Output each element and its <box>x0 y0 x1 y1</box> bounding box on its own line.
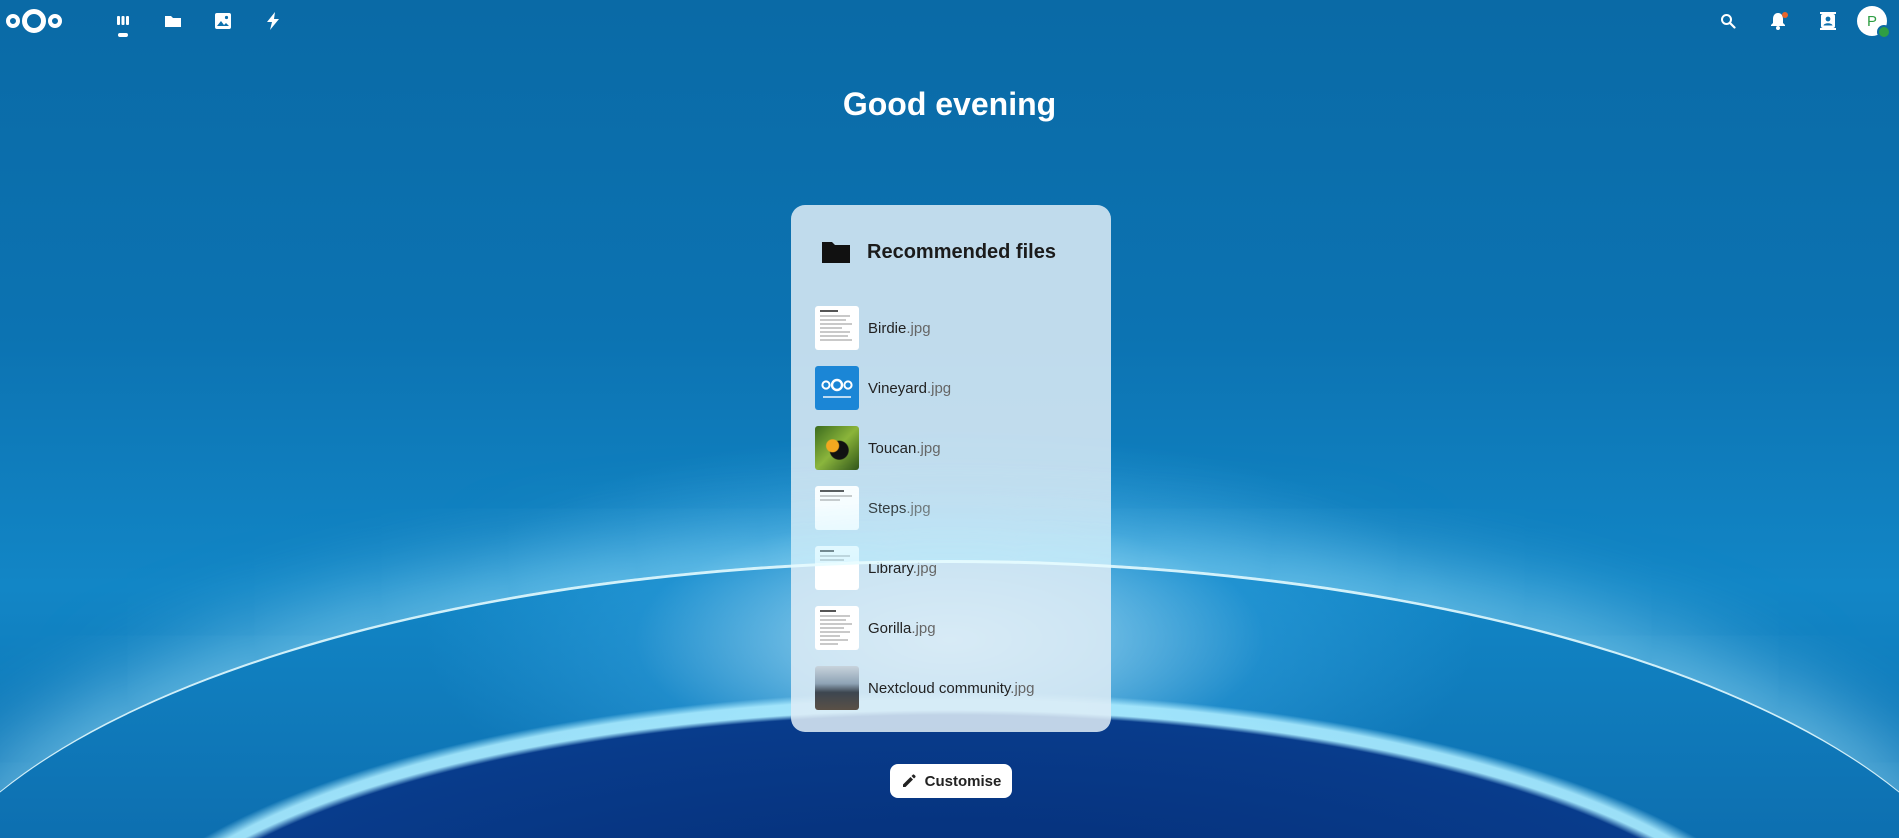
pencil-icon <box>902 774 916 787</box>
file-extension: .jpg <box>906 319 931 337</box>
file-name: Toucan.jpg <box>868 440 941 457</box>
lightning-icon <box>267 12 279 30</box>
widget-header: Recommended files <box>791 232 1111 272</box>
file-extension: .jpg <box>906 499 931 517</box>
file-extension: .jpg <box>926 379 952 397</box>
file-name: Gorilla.jpg <box>868 620 936 637</box>
file-name: Birdie.jpg <box>868 320 931 337</box>
file-basename: Steps <box>868 499 907 517</box>
avatar-initial: P <box>1866 12 1877 30</box>
widget-title: Recommended files <box>867 240 1056 263</box>
nextcloud-logo-icon <box>821 378 853 392</box>
header-right-actions: P <box>1703 0 1899 42</box>
file-item-library[interactable]: Library.jpg <box>815 538 1095 598</box>
search-icon <box>1721 14 1736 29</box>
file-item-toucan[interactable]: Toucan.jpg <box>815 418 1095 478</box>
contacts-button[interactable] <box>1803 0 1853 42</box>
file-name: Library.jpg <box>868 560 937 577</box>
file-extension: .jpg <box>911 619 936 637</box>
image-icon <box>215 13 231 29</box>
logo-ring-right <box>48 14 62 28</box>
file-name: Nextcloud community.jpg <box>868 680 1034 697</box>
document-thumbnail <box>815 486 859 530</box>
file-basename: Birdie <box>868 319 907 337</box>
search-button[interactable] <box>1703 0 1753 42</box>
photo-thumbnail <box>815 666 859 710</box>
nav-files[interactable] <box>148 0 198 42</box>
file-item-steps[interactable]: Steps.jpg <box>815 478 1095 538</box>
greeting-heading: Good evening <box>842 86 1057 122</box>
document-thumbnail <box>815 546 859 590</box>
user-avatar[interactable]: P <box>1857 6 1891 39</box>
nav-photos[interactable] <box>198 0 248 42</box>
photo-thumbnail <box>815 426 859 470</box>
nextcloud-thumbnail <box>815 366 859 410</box>
dashboard-background: P Good evening Recommended files Birdie.… <box>0 0 1899 838</box>
online-status-indicator <box>1877 25 1891 39</box>
file-basename: Nextcloud community <box>868 679 1011 697</box>
file-item-gorilla[interactable]: Gorilla.jpg <box>815 598 1095 658</box>
file-name: Steps.jpg <box>868 500 931 517</box>
document-thumbnail <box>815 306 859 350</box>
file-item-nextcloud-community[interactable]: Nextcloud community.jpg <box>815 658 1095 718</box>
notification-badge <box>1782 12 1788 18</box>
contacts-icon <box>1820 12 1836 30</box>
file-extension: .jpg <box>912 559 937 577</box>
file-item-vineyard[interactable]: Vineyard.jpg <box>815 358 1095 418</box>
file-basename: Gorilla <box>868 619 912 637</box>
file-extension: .jpg <box>916 439 941 457</box>
recommended-file-list: Birdie.jpg Vineyard.jpg Toucan.jpg Steps… <box>815 298 1095 718</box>
thumbnail-caption-line <box>823 396 851 398</box>
nextcloud-logo[interactable] <box>6 8 70 34</box>
file-item-birdie[interactable]: Birdie.jpg <box>815 298 1095 358</box>
recommended-files-widget: Recommended files Birdie.jpg Vineyard.jp… <box>791 205 1111 732</box>
dashboard-icon <box>117 16 129 25</box>
customise-button[interactable]: Customise <box>890 764 1012 798</box>
nav-activity[interactable] <box>248 0 298 42</box>
logo-ring-left <box>6 14 20 28</box>
file-basename: Toucan <box>868 439 917 457</box>
notifications-button[interactable] <box>1753 0 1803 42</box>
customise-label: Customise <box>924 772 1002 790</box>
file-basename: Vineyard <box>868 379 927 397</box>
top-header: P <box>0 0 1899 42</box>
app-navigation <box>98 0 298 42</box>
document-thumbnail <box>815 606 859 650</box>
file-basename: Library <box>868 559 913 577</box>
file-name: Vineyard.jpg <box>868 380 951 397</box>
logo-ring-center <box>22 9 46 33</box>
folder-icon <box>165 16 181 27</box>
nav-dashboard[interactable] <box>98 0 148 42</box>
file-extension: .jpg <box>1010 679 1035 697</box>
folder-icon <box>822 242 850 263</box>
